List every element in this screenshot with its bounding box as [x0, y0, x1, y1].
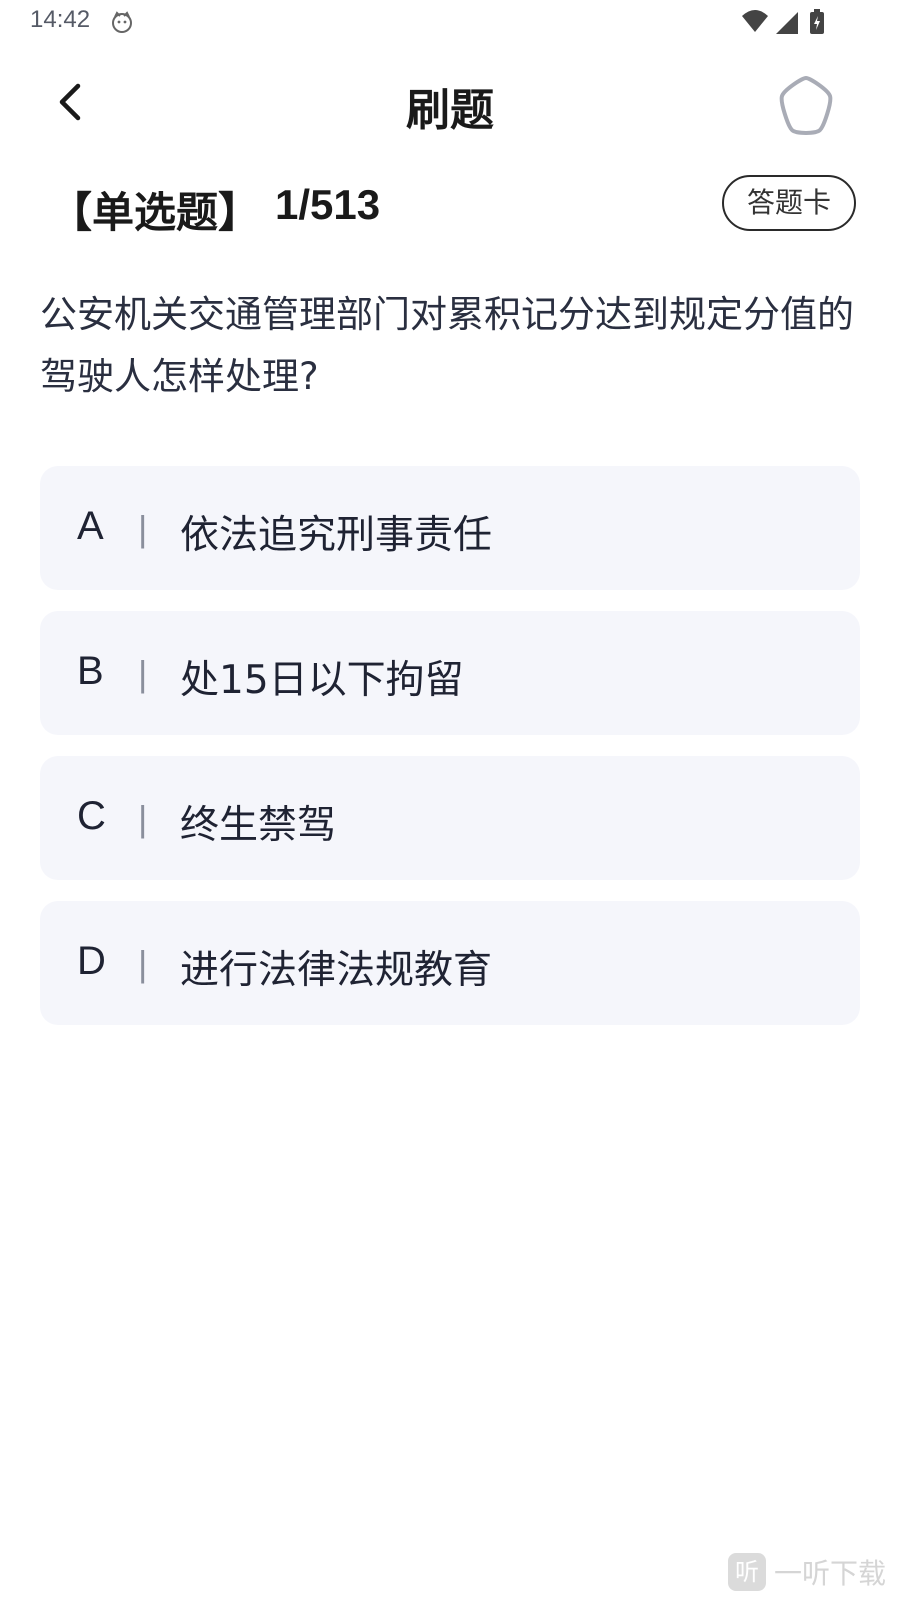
option-text: 处15日以下拘留: [180, 658, 464, 703]
option-b[interactable]: B | 处15日以下拘留: [40, 611, 860, 735]
question-type-label: 【单选题】: [50, 188, 261, 237]
option-text: 依法追究刑事责任: [180, 513, 493, 558]
header-bar: 刷题: [0, 60, 900, 150]
status-bar: 14:42: [0, 0, 900, 46]
watermark-text: 一听下载: [773, 1557, 886, 1590]
star-outline-icon: [779, 76, 833, 135]
wifi-icon: [742, 10, 768, 32]
option-d[interactable]: D | 进行法律法规教育: [40, 901, 860, 1025]
option-separator: |: [138, 798, 148, 839]
question-meta-row: 【单选题】 1/513 答题卡: [40, 175, 860, 237]
option-separator: |: [138, 943, 148, 984]
watermark-logo-icon: 听: [727, 1553, 766, 1591]
cat-face-icon: [112, 11, 132, 33]
option-separator: |: [138, 508, 148, 549]
option-a[interactable]: A | 依法追究刑事责任: [40, 466, 860, 590]
answer-card-button[interactable]: 答题卡: [722, 175, 856, 231]
battery-charging-icon: [810, 9, 824, 34]
question-progress: 1/513: [275, 181, 381, 228]
option-separator: |: [138, 653, 148, 694]
favorite-button[interactable]: [770, 70, 842, 142]
options-list: A | 依法追究刑事责任 B | 处15日以下拘留 C | 终生禁驾 D | 进…: [40, 466, 860, 1046]
status-time: 14:42: [30, 6, 91, 33]
option-letter: C: [77, 794, 106, 838]
question-text: 公安机关交通管理部门对累积记分达到规定分值的驾驶人怎样处理?: [40, 293, 854, 398]
option-c[interactable]: C | 终生禁驾: [40, 756, 860, 880]
signal-icon: [776, 12, 798, 34]
option-text: 终生禁驾: [180, 803, 337, 848]
option-letter: B: [77, 649, 104, 693]
status-icons: [742, 9, 824, 34]
option-letter: A: [77, 504, 104, 548]
watermark: 听 一听下载: [727, 1550, 886, 1594]
option-text: 进行法律法规教育: [180, 948, 493, 993]
option-letter: D: [77, 939, 106, 983]
page-title: 刷题: [406, 85, 494, 136]
